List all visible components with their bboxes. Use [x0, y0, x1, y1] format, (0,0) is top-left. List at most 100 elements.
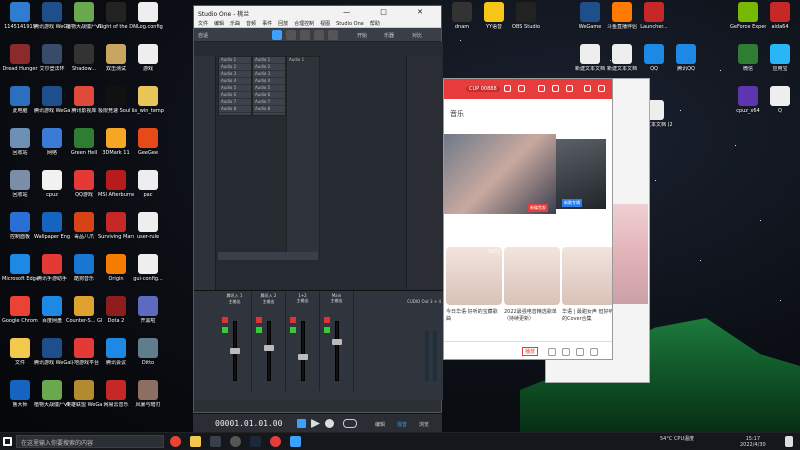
taskbar-search-input[interactable]: 在这里输入你要搜索的内容: [16, 435, 164, 448]
studio-one-window[interactable]: Studio One - 桃兰 — □ ✕ 文件 编辑 乐曲 音频 事件 回放 合理控制 视图…: [193, 5, 443, 413]
desktop-icon[interactable]: 回收站: [2, 170, 38, 198]
menu-item[interactable]: 回放: [278, 21, 288, 27]
mail-icon[interactable]: [552, 85, 559, 92]
desktop-icon[interactable]: QQ游戏: [66, 170, 102, 198]
desktop-icon[interactable]: Night of the Dead: [98, 2, 134, 30]
desktop-icon[interactable]: 微信: [730, 44, 766, 72]
mixer-panel[interactable]: CUDIO Out 3 + 4 腾讯入 1 主输出 腾讯入 2 主输出 1+2 主输出 Ma…: [194, 290, 443, 400]
window-controls[interactable]: — □ ✕: [343, 8, 437, 16]
desktop-icon[interactable]: 1145141919: [2, 2, 38, 30]
track-row[interactable]: Audio 4: [219, 78, 251, 85]
desktop-icon[interactable]: 酷狗音乐: [66, 254, 102, 282]
transport-bar[interactable]: 00001.01.01.00 编辑 混音 浏览: [193, 413, 442, 433]
desktop-icon[interactable]: Microsoft Edge: [2, 254, 38, 282]
mute-button[interactable]: [290, 317, 296, 323]
desktop-icon[interactable]: aida64: [762, 2, 798, 30]
desktop-icon[interactable]: 植物大战僵尸v1.1.13 高清版: [34, 380, 70, 408]
skin-icon[interactable]: [566, 85, 573, 92]
desktop-icon[interactable]: Google Chrome: [2, 296, 38, 324]
channel-output[interactable]: 主输出: [320, 298, 353, 304]
desktop-icon[interactable]: 腾讯游戏 WeGame: [34, 338, 70, 366]
mixer-channel[interactable]: 1+2 主输出: [286, 291, 320, 391]
desktop-icon[interactable]: pac: [130, 170, 166, 198]
track-row[interactable]: Audio 5: [253, 85, 285, 92]
browser-panel[interactable]: [406, 56, 442, 296]
close-icon[interactable]: [598, 85, 605, 92]
mute-button[interactable]: [324, 317, 330, 323]
desktop-icon[interactable]: 斗鱼直播伴侣: [604, 2, 640, 30]
desktop-icon[interactable]: 腾讯会议: [98, 338, 134, 366]
desktop-icon[interactable]: 开黑啦: [130, 296, 166, 324]
desktop-icon[interactable]: Counter-S... Global Off...: [66, 296, 102, 324]
range-tool-icon[interactable]: [286, 30, 296, 40]
menu-item[interactable]: 合理控制: [294, 21, 314, 27]
desktop-icon[interactable]: 应用宝: [762, 44, 798, 72]
desktop-icon[interactable]: 百度网盘: [34, 296, 70, 324]
menu-item[interactable]: 帮助: [370, 21, 380, 27]
fader-handle[interactable]: [298, 354, 308, 360]
desktop-icon[interactable]: 网络: [34, 128, 70, 156]
desktop-icon[interactable]: 腾讯游戏 WeGame版: [34, 2, 70, 30]
channel-output[interactable]: 主输出: [286, 298, 319, 304]
file-explorer-icon[interactable]: [190, 436, 201, 447]
desktop-icon[interactable]: Surviving Mars: [98, 212, 134, 240]
view-mix-tab[interactable]: 混音: [397, 421, 407, 428]
channel-output[interactable]: 主输出: [218, 299, 251, 305]
desktop-icon[interactable]: Wallpaper Engine:...: [34, 212, 70, 240]
clock-app-icon[interactable]: [230, 436, 241, 447]
view-edit-tab[interactable]: 编辑: [375, 421, 385, 428]
desktop-icon[interactable]: NLog.config: [130, 2, 166, 30]
desktop-icon[interactable]: 腾讯QQ: [668, 44, 704, 72]
settings-icon[interactable]: [538, 85, 545, 92]
desktop-icon[interactable]: gui-config...: [130, 254, 166, 282]
desktop-icon[interactable]: QQ: [636, 44, 672, 72]
desktop-icon[interactable]: Dota 2: [98, 296, 134, 324]
desktop-icon[interactable]: Shadow...: [66, 44, 102, 72]
desktop-icon[interactable]: 斗地游戏平台: [66, 338, 102, 366]
record-button[interactable]: [325, 419, 334, 428]
notification-icon[interactable]: [785, 436, 793, 447]
solo-button[interactable]: [222, 327, 228, 333]
track-row[interactable]: Audio 7: [253, 99, 285, 106]
lyrics-icon[interactable]: [548, 348, 556, 356]
fader-handle[interactable]: [332, 339, 342, 345]
solo-button[interactable]: [290, 327, 296, 333]
desktop-icon[interactable]: 风暴与暗刃: [130, 380, 166, 408]
mixer-channel[interactable]: 腾讯入 2 主输出: [252, 291, 286, 391]
player-badge[interactable]: 播放: [522, 347, 539, 356]
chrome-icon[interactable]: [170, 436, 181, 447]
desktop-icon[interactable]: 毒品八爪: [66, 212, 102, 240]
desktop-icon[interactable]: 新建文本文档: [604, 44, 640, 72]
back-icon[interactable]: [504, 85, 511, 92]
stop-button[interactable]: [297, 419, 306, 428]
featured-banner[interactable]: 新碟首发: [444, 134, 556, 214]
desktop-icon[interactable]: GeForce Experience: [730, 2, 766, 30]
menu-item[interactable]: 编辑: [214, 21, 224, 27]
menu-item[interactable]: Studio One: [336, 21, 364, 27]
share-icon[interactable]: [590, 348, 598, 356]
desktop-icon[interactable]: 回收站: [2, 128, 38, 156]
desktop-icon[interactable]: 英雄联盟 WeGame版: [66, 380, 102, 408]
forward-icon[interactable]: [518, 85, 525, 92]
mute-button[interactable]: [256, 317, 262, 323]
desktop-icon[interactable]: 腾讯影视库: [66, 86, 102, 114]
track-row[interactable]: Audio 3: [219, 71, 251, 78]
mixer-channel[interactable]: Main 主输出: [320, 291, 354, 391]
track-list-b[interactable]: Audio 1 Audio 2 Audio 3 Audio 4 Audio 5 Audio…: [252, 56, 286, 116]
mode-instrument-button[interactable]: 乐器: [384, 32, 394, 39]
desktop-icon[interactable]: cpuz: [34, 170, 70, 198]
desktop-icon[interactable]: WeGame: [572, 2, 608, 30]
playlist-cover[interactable]: [504, 247, 560, 305]
menu-item[interactable]: 音频: [246, 21, 256, 27]
inspector-panel[interactable]: [194, 56, 216, 296]
track-row[interactable]: Audio 2: [253, 64, 285, 71]
music-taskbar-icon[interactable]: [270, 436, 281, 447]
track-list-a[interactable]: Audio 1 Audio 2 Audio 3 Audio 4 Audio 5 Audio…: [218, 56, 252, 116]
player-bar[interactable]: 播放: [444, 341, 612, 359]
channel-output[interactable]: 主输出: [252, 299, 285, 305]
desktop-icon[interactable]: 此电脑: [2, 86, 38, 114]
desktop-icon[interactable]: MSI Afterburner: [98, 170, 134, 198]
snap-label[interactable]: 自适: [198, 32, 208, 39]
menu-item[interactable]: 乐曲: [230, 21, 240, 27]
desktop-icon[interactable]: dnam: [444, 2, 480, 30]
